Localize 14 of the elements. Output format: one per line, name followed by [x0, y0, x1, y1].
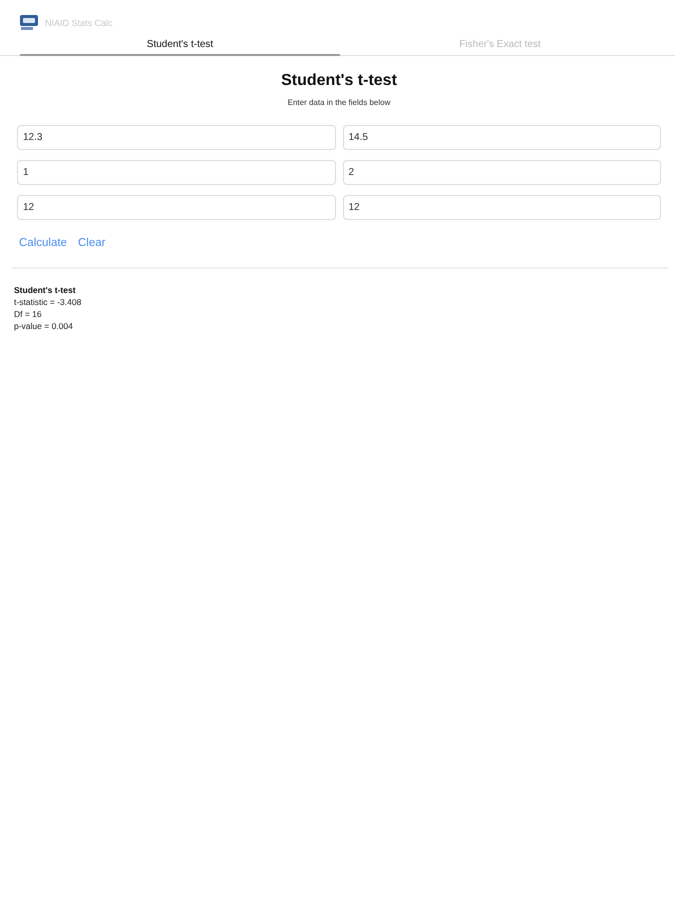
form-subtitle: Enter data in the fields below: [286, 98, 392, 108]
logo-icon: [20, 15, 38, 31]
input-field[interactable]: 1: [17, 160, 336, 185]
input-field[interactable]: 2: [342, 160, 661, 185]
input-field[interactable]: 12.3: [17, 125, 336, 150]
input-field[interactable]: 12: [342, 195, 661, 220]
input-field[interactable]: 12: [17, 195, 336, 220]
result-line: t-statistic = -3.408: [14, 296, 82, 308]
result-line: p-value = 0.004: [14, 320, 74, 332]
result-line: Df = 16: [14, 308, 43, 320]
result-title: Student's t-test: [14, 284, 77, 296]
form-title: Student's t-test: [280, 71, 398, 91]
input-field[interactable]: 14.5: [342, 125, 661, 150]
tab[interactable]: Student's t-test: [20, 34, 340, 56]
